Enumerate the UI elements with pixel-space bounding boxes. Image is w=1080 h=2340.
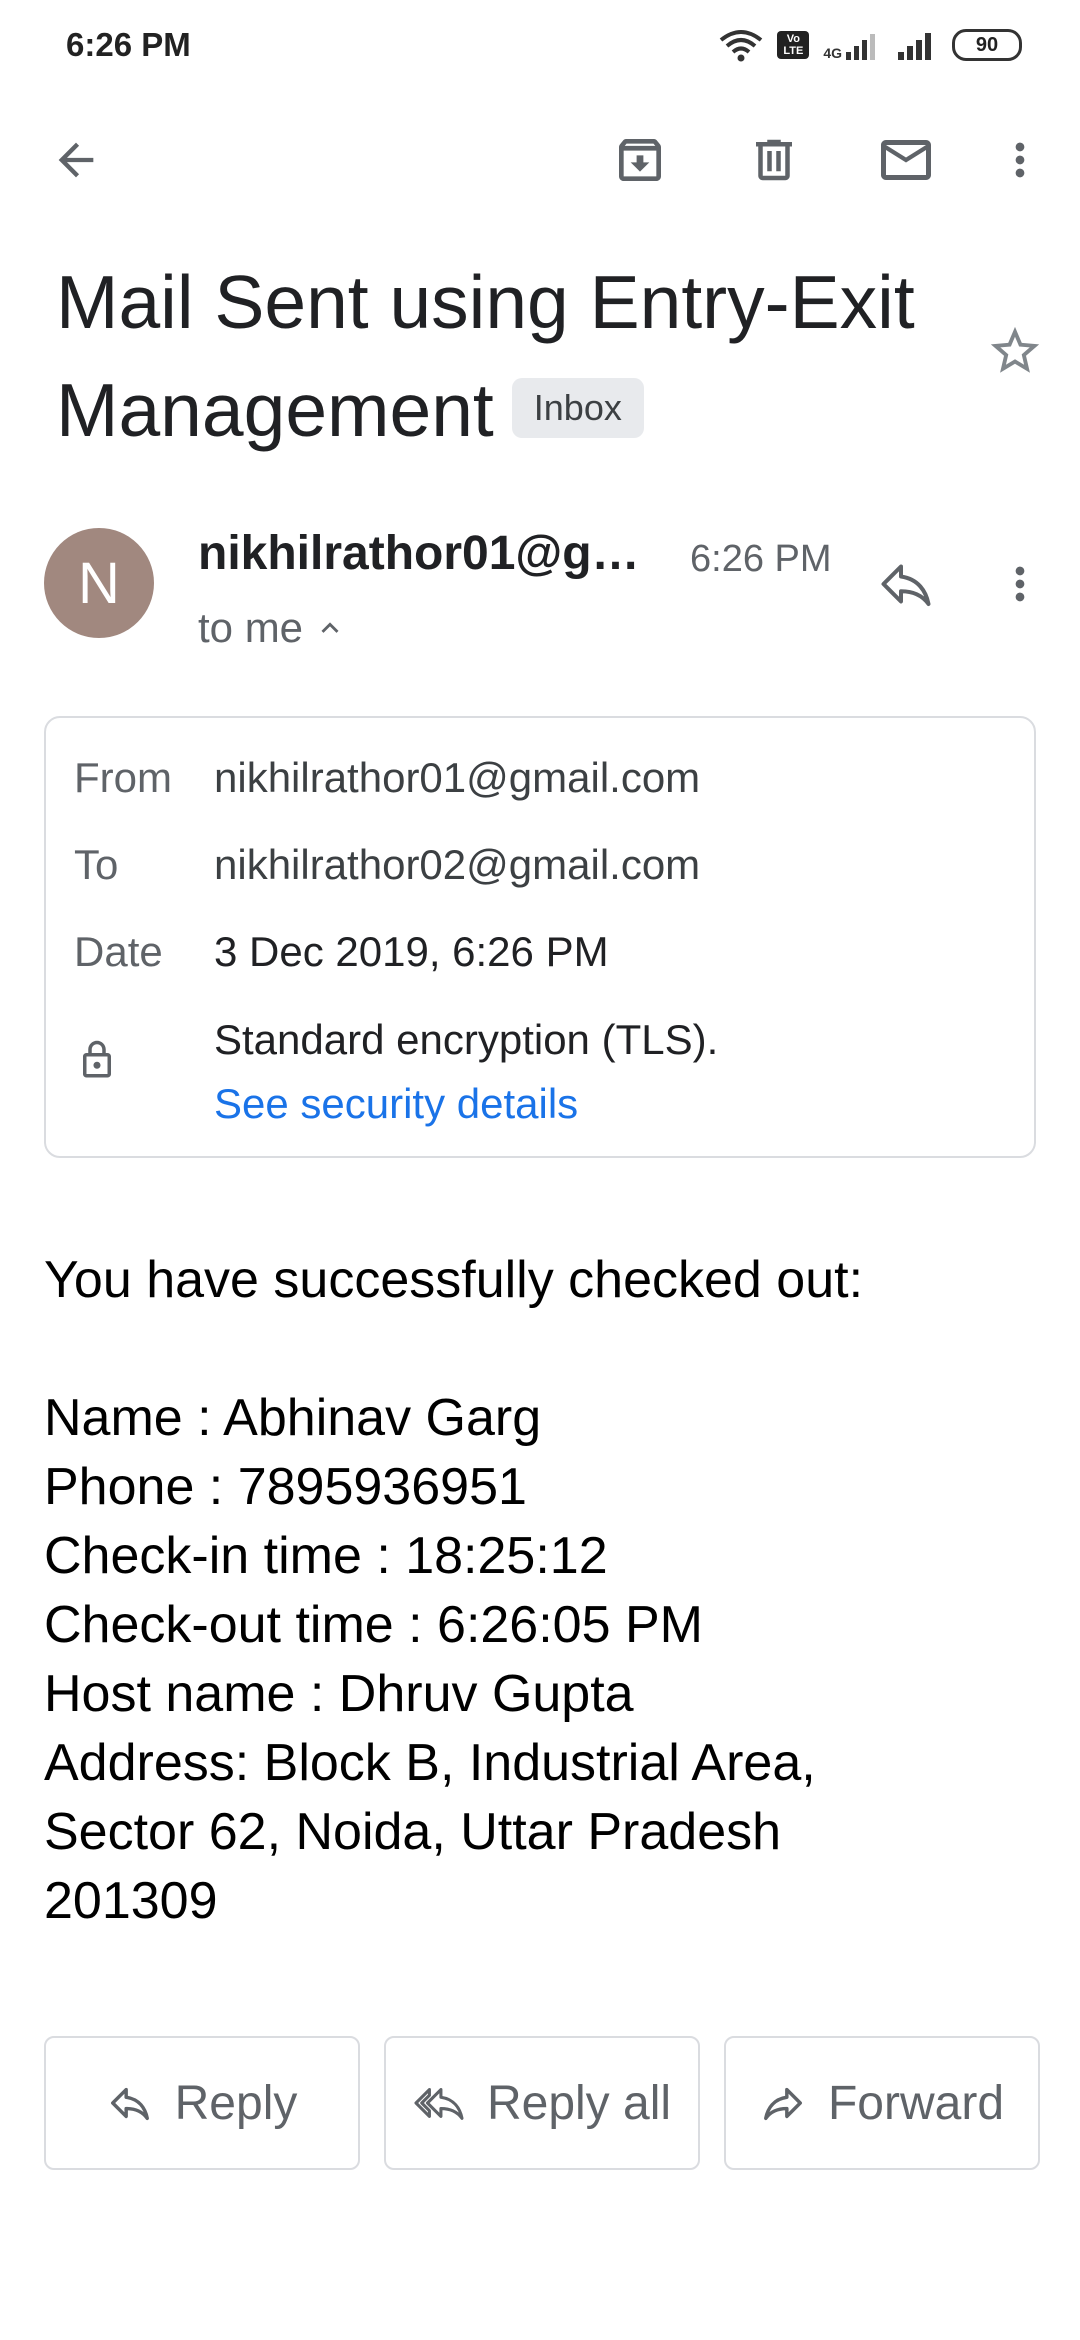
message-details-card: From nikhilrathor01@gmail.com To nikhilr… <box>44 716 1036 1158</box>
inbox-label-chip[interactable]: Inbox <box>511 378 644 439</box>
reply-all-button[interactable]: Reply all <box>384 2036 700 2170</box>
signal-icon: 4G <box>823 30 882 60</box>
body-line-host: Host name : Dhruv Gupta <box>44 1665 634 1723</box>
reply-button[interactable]: Reply <box>44 2036 360 2170</box>
date-value: 3 Dec 2019, 6:26 PM <box>214 928 609 975</box>
status-time: 6:26 PM <box>66 26 191 63</box>
date-label: Date <box>74 928 163 975</box>
body-line-address-2: Sector 62, Noida, Uttar Pradesh <box>44 1803 782 1861</box>
chevron-up-icon <box>321 622 339 633</box>
more-vert-icon[interactable] <box>990 124 1050 196</box>
email-subject: Mail Sent using Entry-Exit Management Inb… <box>56 248 956 464</box>
message-more-icon[interactable] <box>992 546 1048 622</box>
body-line-phone: Phone : 7895936951 <box>44 1458 527 1516</box>
subject-text: Mail Sent using Entry-Exit Management <box>56 260 915 452</box>
battery-level: 90 <box>975 33 999 56</box>
from-value: nikhilrathor01@gmail.com <box>214 754 701 801</box>
lock-icon <box>76 1036 118 1094</box>
encryption-text: Standard encryption (TLS). <box>214 1016 719 1063</box>
back-arrow-icon[interactable] <box>40 124 112 196</box>
body-intro: You have successfully checked out: <box>44 1251 864 1309</box>
status-icons: Vo LTE 4G 90 <box>719 28 1022 62</box>
forward-label: Forward <box>827 2076 1005 2130</box>
body-line-checkin: Check-in time : 18:25:12 <box>44 1527 608 1585</box>
to-value: nikhilrathor02@gmail.com <box>214 841 701 888</box>
signal-icon <box>898 33 931 60</box>
delete-icon[interactable] <box>738 124 810 196</box>
sender-avatar[interactable]: N <box>44 528 154 638</box>
forward-button[interactable]: Forward <box>724 2036 1040 2170</box>
reply-all-icon <box>414 2088 464 2120</box>
mark-unread-icon[interactable] <box>870 124 942 196</box>
recipient-toggle[interactable]: to me <box>198 604 347 652</box>
network-type: 4G <box>823 45 842 61</box>
body-line-address-3: 201309 <box>44 1872 218 1930</box>
reply-all-label: Reply all <box>486 2076 672 2130</box>
volte-icon: Vo LTE <box>777 31 810 59</box>
reply-icon[interactable] <box>868 546 944 622</box>
sent-time: 6:26 PM <box>690 538 832 580</box>
battery-icon: 90 <box>952 29 1022 61</box>
recipient-summary: to me <box>198 604 304 651</box>
sender-name: nikhilrathor01@g… <box>198 527 640 580</box>
archive-icon[interactable] <box>604 124 676 196</box>
wifi-icon <box>720 30 763 62</box>
reply-label: Reply <box>174 2076 298 2130</box>
reply-icon <box>110 2087 149 2121</box>
body-line-address-1: Address: Block B, Industrial Area, <box>44 1734 816 1792</box>
body-line-checkout: Check-out time : 6:26:05 PM <box>44 1596 703 1654</box>
forward-icon <box>763 2087 802 2121</box>
to-label: To <box>74 841 119 888</box>
star-icon[interactable] <box>980 316 1050 386</box>
from-label: From <box>74 754 172 801</box>
body-line-name: Name : Abhinav Garg <box>44 1389 542 1447</box>
security-details-link[interactable]: See security details <box>214 1080 578 1128</box>
